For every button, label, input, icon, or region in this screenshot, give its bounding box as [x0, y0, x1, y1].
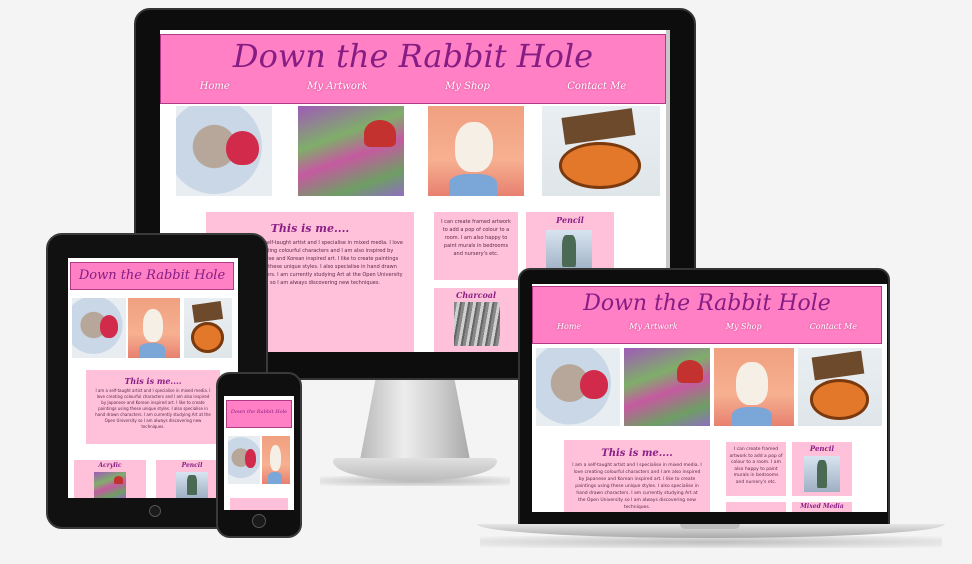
- main-nav: Home My Artwork My Shop Contact Me: [161, 81, 665, 92]
- gallery-image-bunny[interactable]: [176, 106, 272, 196]
- gallery-image-pumpkin[interactable]: [542, 106, 660, 196]
- mb-about-text: I am a self-taught artist and I speciali…: [572, 463, 702, 510]
- imac-stand-neck: [360, 380, 470, 460]
- mb-nav-my-artwork[interactable]: My Artwork: [629, 322, 677, 331]
- phone-about-card: [230, 498, 288, 510]
- mb-commission-text: I can create framed artwork to add a pop…: [729, 447, 783, 485]
- mb-mixed-media-card[interactable]: Mixed Media: [792, 502, 852, 512]
- nav-my-artwork[interactable]: My Artwork: [307, 81, 368, 92]
- charcoal-card[interactable]: Charcoal: [434, 288, 518, 352]
- mb-nav-contact-me[interactable]: Contact Me: [810, 322, 857, 331]
- mb-main-nav: Home My Artwork My Shop Contact Me: [533, 322, 881, 331]
- nav-home[interactable]: Home: [200, 81, 230, 92]
- home-button-icon: [149, 505, 161, 517]
- charcoal-image: [454, 302, 500, 346]
- mb-charcoal-card[interactable]: [726, 502, 786, 512]
- macbook-screen: Down the Rabbit Hole Home My Artwork My …: [532, 284, 887, 512]
- mb-gallery-rabbit[interactable]: [714, 348, 794, 426]
- ipad-about-text: I am a self-taught artist and I speciali…: [95, 388, 211, 429]
- ipad-about-card: This is me.... I am a self-taught artist…: [86, 370, 220, 444]
- pencil-title: Pencil: [556, 215, 584, 225]
- ipad-gallery-pumpkin[interactable]: [184, 298, 232, 358]
- gallery-image-rabbit[interactable]: [428, 106, 524, 196]
- ipad-gallery-rabbit[interactable]: [128, 298, 180, 358]
- pencil-image: [546, 230, 592, 272]
- nav-my-shop[interactable]: My Shop: [445, 81, 490, 92]
- mb-site-header: Down the Rabbit Hole Home My Artwork My …: [532, 286, 882, 344]
- ipad-site-title: Down the Rabbit Hole: [78, 268, 226, 283]
- phone-gallery-rabbit[interactable]: [262, 436, 290, 484]
- ipad-acrylic-image: [94, 472, 126, 498]
- ipad-about-title: This is me....: [124, 376, 182, 386]
- charcoal-title: Charcoal: [455, 290, 496, 300]
- mb-nav-my-shop[interactable]: My Shop: [726, 322, 762, 331]
- mb-site-title: Down the Rabbit Hole: [583, 291, 831, 316]
- mb-commission-card: I can create framed artwork to add a pop…: [726, 442, 786, 496]
- ipad-screen: Down the Rabbit Hole This is me.... I am…: [68, 258, 238, 498]
- mb-gallery-flowers[interactable]: [624, 348, 710, 426]
- ipad-gallery-bunny[interactable]: [72, 298, 126, 358]
- gallery-image-flowers[interactable]: [298, 106, 404, 196]
- commission-card: I can create framed artwork to add a pop…: [434, 212, 518, 280]
- ipad-acrylic-card[interactable]: Acrylic: [74, 460, 146, 498]
- phone-site-header: Down the Rabbit Hole: [226, 400, 292, 428]
- mb-nav-home[interactable]: Home: [557, 322, 581, 331]
- nav-contact-me[interactable]: Contact Me: [567, 81, 626, 92]
- phone-screen: Down the Rabbit Hole: [224, 396, 294, 510]
- phone-gallery-bunny[interactable]: [228, 436, 260, 484]
- ipad-acrylic-title: Acrylic: [98, 462, 122, 469]
- phone-site-title: Down the Rabbit Hole: [230, 409, 288, 415]
- mb-gallery-pumpkin[interactable]: [798, 348, 882, 426]
- site-title: Down the Rabbit Hole: [232, 37, 594, 75]
- mb-gallery-bunny[interactable]: [536, 348, 620, 426]
- home-button-icon: [252, 514, 266, 528]
- mb-about-card: This is me.... I am a self-taught artist…: [564, 440, 710, 512]
- mb-pencil-image: [804, 456, 840, 492]
- mb-about-title: This is me....: [601, 448, 673, 459]
- ipad-pencil-image: [176, 472, 208, 498]
- mb-pencil-title: Pencil: [809, 444, 835, 453]
- mb-pencil-card[interactable]: Pencil: [792, 442, 852, 496]
- ipad-site-header: Down the Rabbit Hole: [70, 262, 234, 290]
- commission-text: I can create framed artwork to add a pop…: [441, 219, 511, 257]
- mb-mixed-media-title: Mixed Media: [800, 503, 844, 510]
- macbook-notch: [680, 524, 740, 529]
- site-header: Down the Rabbit Hole Home My Artwork My …: [160, 34, 666, 104]
